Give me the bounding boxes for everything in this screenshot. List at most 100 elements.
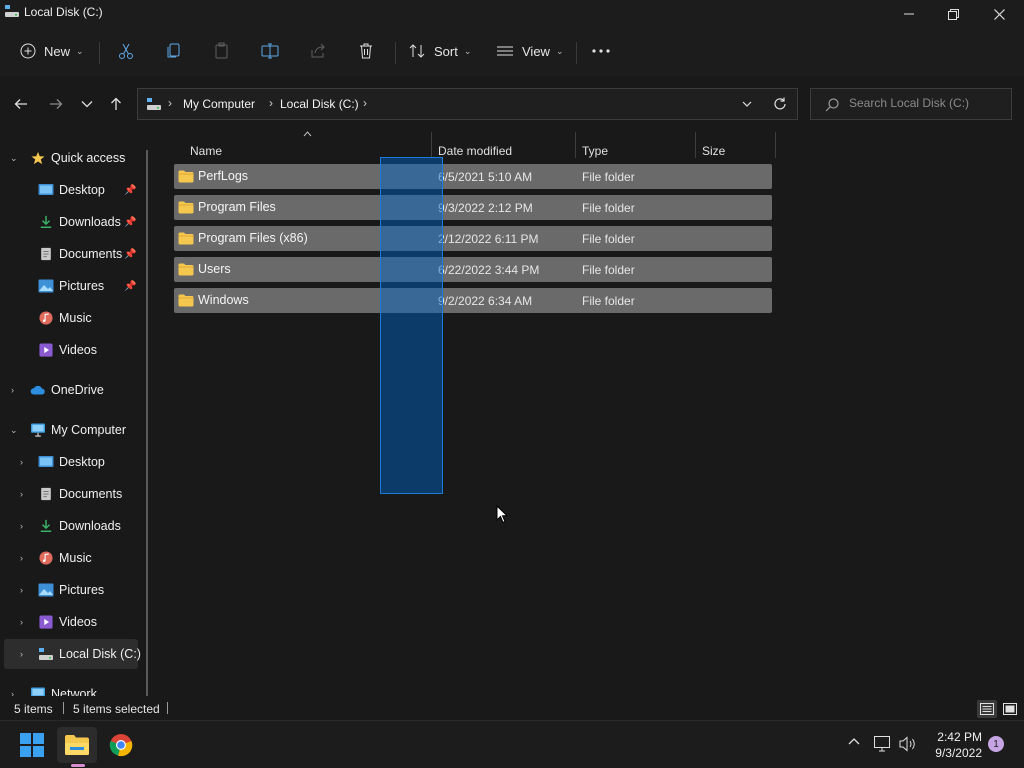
file-explorer-icon: [65, 735, 89, 755]
chevron-right-icon[interactable]: ›: [20, 521, 23, 531]
sidebar-item-quick-access[interactable]: ⌄ Quick access: [0, 143, 150, 173]
close-button[interactable]: [976, 0, 1022, 28]
column-divider[interactable]: [775, 132, 776, 158]
taskbar-file-explorer[interactable]: [57, 727, 97, 763]
column-divider[interactable]: [575, 132, 576, 158]
network-status-icon[interactable]: [874, 736, 892, 752]
cut-button[interactable]: [117, 38, 135, 64]
paste-button[interactable]: [213, 38, 231, 64]
videos-icon: [39, 615, 53, 629]
sidebar-item-downloads[interactable]: Downloads 📌: [0, 207, 150, 237]
file-row[interactable]: Program Files (x86) 2/12/2022 6:11 PM Fi…: [174, 226, 772, 251]
plus-circle-icon: [20, 43, 36, 59]
sidebar-item-network[interactable]: › Network: [0, 679, 150, 696]
chevron-right-icon[interactable]: ›: [20, 489, 23, 499]
sidebar-item-mc-music[interactable]: › Music: [0, 543, 150, 573]
chevron-right-icon[interactable]: ›: [11, 385, 14, 395]
address-bar[interactable]: › My Computer › Local Disk (C:) ›: [137, 88, 798, 120]
volume-icon[interactable]: [899, 736, 917, 752]
clock-time: 2:42 PM: [937, 730, 982, 744]
chevron-up-icon[interactable]: [848, 737, 860, 745]
rename-button[interactable]: [261, 38, 279, 64]
minimize-button[interactable]: [886, 0, 932, 28]
chevron-right-icon[interactable]: ›: [20, 585, 23, 595]
file-row[interactable]: PerfLogs 6/5/2021 5:10 AM File folder: [174, 164, 772, 189]
delete-button[interactable]: [357, 38, 375, 64]
sidebar-item-pictures[interactable]: Pictures 📌: [0, 271, 150, 301]
sidebar-item-documents[interactable]: Documents 📌: [0, 239, 150, 269]
chevron-right-icon[interactable]: ›: [11, 689, 14, 696]
details-view-button[interactable]: [977, 700, 997, 718]
chevron-down-icon[interactable]: ⌄: [10, 153, 18, 164]
chevron-down-icon[interactable]: ⌄: [10, 425, 18, 436]
pin-icon[interactable]: 📌: [124, 249, 136, 260]
sidebar-item-label: Music: [59, 311, 92, 325]
chevron-right-icon[interactable]: ›: [20, 649, 23, 659]
clock[interactable]: 2:42 PM 9/3/2022: [926, 729, 982, 761]
pin-icon[interactable]: 📌: [124, 185, 136, 196]
sidebar-item-videos[interactable]: Videos: [0, 335, 150, 365]
chevron-down-icon[interactable]: [742, 101, 752, 108]
search-input[interactable]: [849, 96, 999, 110]
file-type: File folder: [582, 201, 635, 215]
sidebar-item-my-computer[interactable]: ⌄ My Computer: [0, 415, 150, 445]
sidebar-item-mc-desktop[interactable]: › Desktop: [0, 447, 150, 477]
sidebar-item-label: Desktop: [59, 455, 105, 469]
breadcrumb-local-disk[interactable]: Local Disk (C:): [280, 97, 359, 111]
sidebar-item-mc-documents[interactable]: › Documents: [0, 479, 150, 509]
column-divider[interactable]: [431, 132, 432, 158]
back-button[interactable]: [10, 94, 32, 114]
file-type: File folder: [582, 263, 635, 277]
sidebar-item-label: Downloads: [59, 215, 121, 229]
taskbar-chrome[interactable]: [101, 727, 141, 763]
search-box[interactable]: [810, 88, 1012, 120]
more-options-button[interactable]: [592, 38, 610, 64]
column-divider[interactable]: [695, 132, 696, 158]
refresh-icon[interactable]: [773, 97, 787, 111]
sidebar-item-desktop[interactable]: Desktop 📌: [0, 175, 150, 205]
restore-button[interactable]: [930, 0, 976, 28]
sidebar-item-label: Network: [51, 687, 97, 696]
chevron-right-icon[interactable]: ›: [20, 617, 23, 627]
pin-icon[interactable]: 📌: [124, 281, 136, 292]
address-row: › My Computer › Local Disk (C:) ›: [0, 76, 1024, 130]
file-type: File folder: [582, 170, 635, 184]
sidebar-item-onedrive[interactable]: › OneDrive: [0, 375, 150, 405]
copy-button[interactable]: [165, 38, 183, 64]
sidebar-item-music[interactable]: Music: [0, 303, 150, 333]
start-button[interactable]: [12, 727, 52, 763]
breadcrumb-my-computer[interactable]: My Computer: [183, 97, 255, 111]
sidebar-item-mc-videos[interactable]: › Videos: [0, 607, 150, 637]
title-bar: Local Disk (C:): [0, 0, 1024, 28]
sidebar-scrollbar[interactable]: [146, 150, 148, 696]
up-button[interactable]: [105, 94, 127, 114]
column-header-type[interactable]: Type: [582, 144, 608, 158]
view-button[interactable]: View ⌄: [496, 38, 564, 64]
file-date: 9/3/2022 2:12 PM: [438, 201, 533, 215]
pin-icon[interactable]: 📌: [124, 217, 136, 228]
file-date: 6/22/2022 3:44 PM: [438, 263, 540, 277]
sidebar-item-mc-pictures[interactable]: › Pictures: [0, 575, 150, 605]
forward-button[interactable]: [45, 94, 67, 114]
share-button[interactable]: [309, 38, 327, 64]
sort-button[interactable]: Sort ⌄: [408, 38, 471, 64]
sidebar-item-local-disk[interactable]: › Local Disk (C:): [4, 639, 141, 669]
chevron-right-icon[interactable]: ›: [20, 553, 23, 563]
sidebar-item-mc-downloads[interactable]: › Downloads: [0, 511, 150, 541]
tiles-view-button[interactable]: [1000, 700, 1020, 718]
pictures-icon: [38, 279, 54, 293]
divider: [99, 42, 100, 64]
notification-badge[interactable]: 1: [988, 736, 1004, 752]
column-header-date-modified[interactable]: Date modified: [438, 144, 512, 158]
column-header-name[interactable]: Name: [190, 144, 222, 158]
arrow-left-icon: [14, 99, 27, 109]
breadcrumb-separator: ›: [363, 96, 367, 110]
file-row[interactable]: Windows 9/2/2022 6:34 AM File folder: [174, 288, 772, 313]
recent-locations-button[interactable]: [76, 94, 98, 114]
file-row[interactable]: Users 6/22/2022 3:44 PM File folder: [174, 257, 772, 282]
column-header-size[interactable]: Size: [702, 144, 725, 158]
file-row[interactable]: Program Files 9/3/2022 2:12 PM File fold…: [174, 195, 772, 220]
folder-icon: [178, 201, 194, 214]
new-button[interactable]: New ⌄: [20, 38, 84, 64]
chevron-right-icon[interactable]: ›: [20, 457, 23, 467]
